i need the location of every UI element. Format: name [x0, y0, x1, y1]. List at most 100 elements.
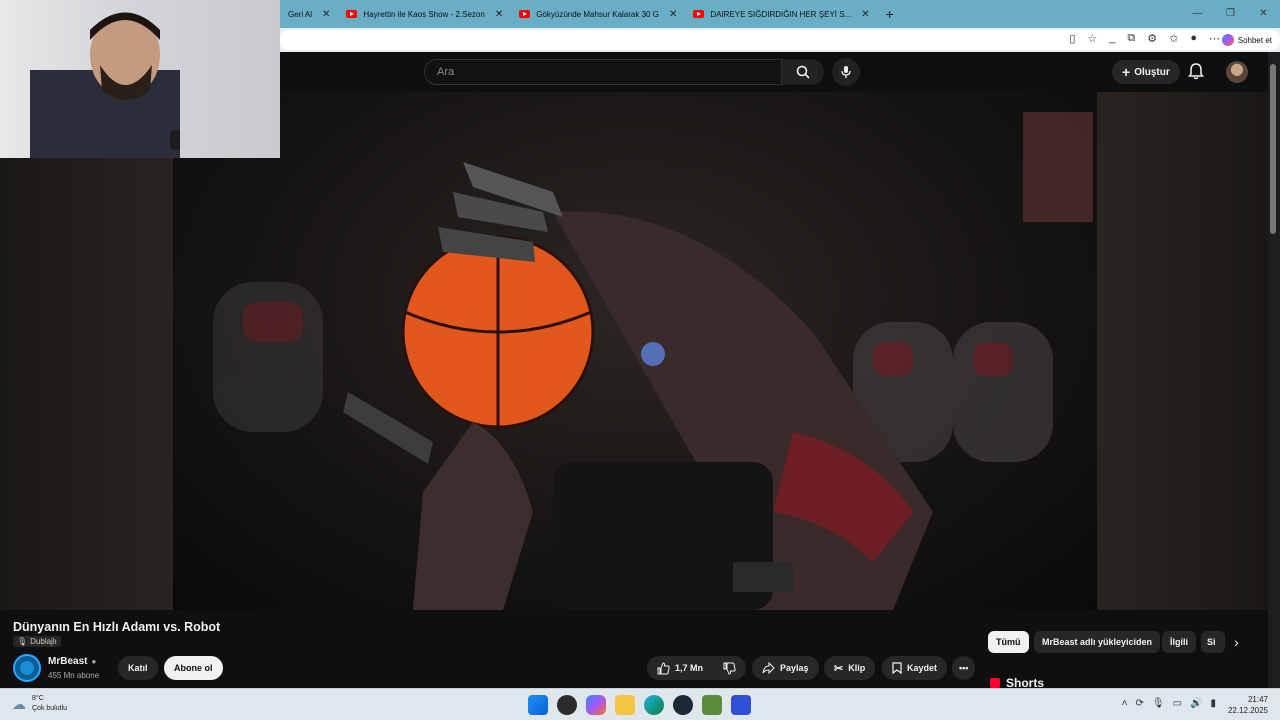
app-icon[interactable] — [731, 695, 751, 715]
start-icon[interactable] — [528, 695, 548, 715]
youtube-icon — [693, 10, 705, 18]
user-avatar[interactable] — [1226, 61, 1248, 83]
create-label: Oluştur — [1134, 66, 1170, 78]
more-actions-button[interactable]: ••• — [952, 656, 976, 680]
scrollbar-thumb[interactable] — [1270, 64, 1276, 234]
share-icon — [762, 662, 775, 674]
settings-icon[interactable]: ⚙ — [1147, 32, 1157, 45]
minimize-bar-icon[interactable]: _ — [1109, 32, 1115, 45]
chevron-right-icon[interactable]: › — [1234, 634, 1239, 650]
clip-button[interactable]: ✂ Klip — [824, 656, 876, 680]
minecraft-icon[interactable] — [702, 695, 722, 715]
copilot-button[interactable]: Sohbet et — [1221, 34, 1272, 46]
dubbed-icon: 🎙 — [17, 637, 28, 646]
channel-name: MrBeast — [48, 656, 88, 667]
new-tab-button[interactable]: + — [886, 6, 894, 22]
edge-browser-icon[interactable] — [644, 695, 664, 715]
share-button[interactable]: Paylaş — [752, 656, 819, 680]
battery-icon[interactable]: ▮ — [1210, 698, 1216, 709]
favorites-icon[interactable]: ✩ — [1169, 32, 1178, 45]
favorite-star-icon[interactable]: ☆ — [1087, 32, 1097, 45]
chip-related[interactable]: İlgili — [1162, 631, 1196, 653]
channel-avatar[interactable] — [13, 654, 41, 682]
weather-widget[interactable]: ☁ 8°C Çok bulutlu — [12, 694, 67, 714]
windows-taskbar: ☁ 8°C Çok bulutlu ˄ ⟳ 🎙 ▭ 🔊 ▮ 21:47 22.1… — [0, 688, 1280, 720]
page-scrollbar[interactable] — [1268, 52, 1280, 688]
youtube-header: Ara + Oluştur — [280, 52, 1268, 92]
close-icon[interactable]: ✕ — [669, 9, 677, 20]
microphone-tray-icon[interactable]: 🎙 — [1152, 698, 1165, 709]
obs-icon[interactable] — [557, 695, 577, 715]
save-label: Kaydet — [907, 663, 938, 673]
video-player[interactable] — [0, 92, 1268, 610]
file-explorer-icon[interactable] — [615, 695, 635, 715]
create-button[interactable]: + Oluştur — [1112, 60, 1180, 84]
chevron-up-icon[interactable]: ˄ — [1122, 698, 1128, 709]
dubbed-label: Dublajlı — [30, 637, 57, 646]
chip-label: Si — [1207, 637, 1216, 647]
chip-label: MrBeast adlı yükleyiciden — [1042, 637, 1153, 647]
tab-label: Hayrettin ile Kaos Show - 2.Sezon — [363, 9, 485, 19]
volume-icon[interactable]: 🔊 — [1190, 698, 1202, 709]
temperature: 8°C — [32, 695, 44, 702]
time: 21:47 — [1247, 695, 1268, 704]
tab-4[interactable]: DAIREYE SIĞDIRDIĞIN HER ŞEYİ S... ✕ — [685, 0, 877, 28]
more-icon[interactable]: ⋯ — [1209, 32, 1220, 45]
tab-2[interactable]: Hayrettin ile Kaos Show - 2.Sezon ✕ — [338, 0, 511, 28]
display-icon[interactable]: ▭ — [1173, 698, 1182, 709]
video-frame — [173, 92, 1097, 610]
subscriber-count: 455 Mn abone — [48, 671, 100, 680]
close-icon[interactable]: ✕ — [495, 9, 503, 20]
reading-view-icon[interactable]: ▯ — [1069, 32, 1075, 45]
video-blur-left — [0, 92, 173, 610]
tab-1[interactable]: Geri Al ✕ — [280, 0, 338, 28]
shorts-logo-icon — [990, 678, 1000, 688]
date: 22.12.2025 — [1227, 706, 1268, 715]
tab-3[interactable]: Gökyüzünde Mahsur Kalarak 30 G ✕ — [511, 0, 685, 28]
join-button[interactable]: Katıl — [118, 656, 158, 680]
youtube-icon — [519, 10, 531, 18]
clock[interactable]: 21:47 22.12.2025 — [1228, 694, 1268, 716]
minimize-icon[interactable]: — — [1181, 0, 1214, 28]
channel-name-row[interactable]: MrBeast ● — [48, 656, 96, 667]
video-blur-right — [1097, 92, 1268, 610]
like-button[interactable]: 1,7 Mn — [647, 656, 714, 680]
search-button[interactable] — [782, 59, 824, 85]
bookmark-icon — [892, 662, 902, 674]
microphone-icon — [841, 66, 851, 78]
dislike-button[interactable] — [713, 656, 746, 680]
sync-icon[interactable]: ⟳ — [1135, 698, 1143, 709]
chip-label: Tümü — [996, 637, 1021, 647]
steam-icon[interactable] — [673, 695, 693, 715]
notifications-bell-icon[interactable] — [1188, 62, 1204, 80]
voice-search-button[interactable] — [832, 58, 860, 86]
tab-label: Gökyüzünde Mahsur Kalarak 30 G — [536, 9, 659, 19]
streamer-webcam-image — [30, 12, 180, 158]
subscribe-button[interactable]: Abone ol — [164, 656, 223, 680]
thumbs-down-icon — [723, 662, 736, 675]
tab-label: DAIREYE SIĞDIRDIĞIN HER ŞEYİ S... — [710, 9, 852, 19]
dubbed-badge: 🎙 Dublajlı — [13, 636, 61, 647]
extensions-icon[interactable]: ⧉ — [1127, 32, 1135, 45]
chip-from-uploader[interactable]: MrBeast adlı yükleyiciden — [1034, 631, 1161, 653]
copilot-icon — [1221, 34, 1234, 46]
join-label: Katıl — [128, 663, 148, 673]
search-input[interactable]: Ara — [424, 59, 782, 85]
webcam-overlay — [0, 0, 280, 158]
copilot-app-icon[interactable] — [586, 695, 606, 715]
restore-icon[interactable]: ❐ — [1214, 0, 1247, 28]
close-icon[interactable]: ✕ — [322, 9, 330, 20]
chip-label: İlgili — [1170, 637, 1188, 647]
chip-partial[interactable]: Si — [1201, 631, 1225, 653]
profile-icon[interactable]: ● — [1190, 32, 1197, 45]
weather-condition: Çok bulutlu — [32, 705, 68, 712]
search-placeholder: Ara — [437, 66, 455, 78]
close-icon[interactable]: ✕ — [861, 9, 869, 20]
tab-label: Geri Al — [288, 9, 313, 19]
youtube-icon — [346, 10, 358, 18]
system-tray: ˄ ⟳ 🎙 ▭ 🔊 ▮ — [1122, 698, 1216, 709]
chip-all[interactable]: Tümü — [988, 631, 1029, 653]
close-window-icon[interactable]: ✕ — [1247, 0, 1280, 28]
like-count: 1,7 Mn — [675, 663, 704, 673]
save-button[interactable]: Kaydet — [882, 656, 948, 680]
